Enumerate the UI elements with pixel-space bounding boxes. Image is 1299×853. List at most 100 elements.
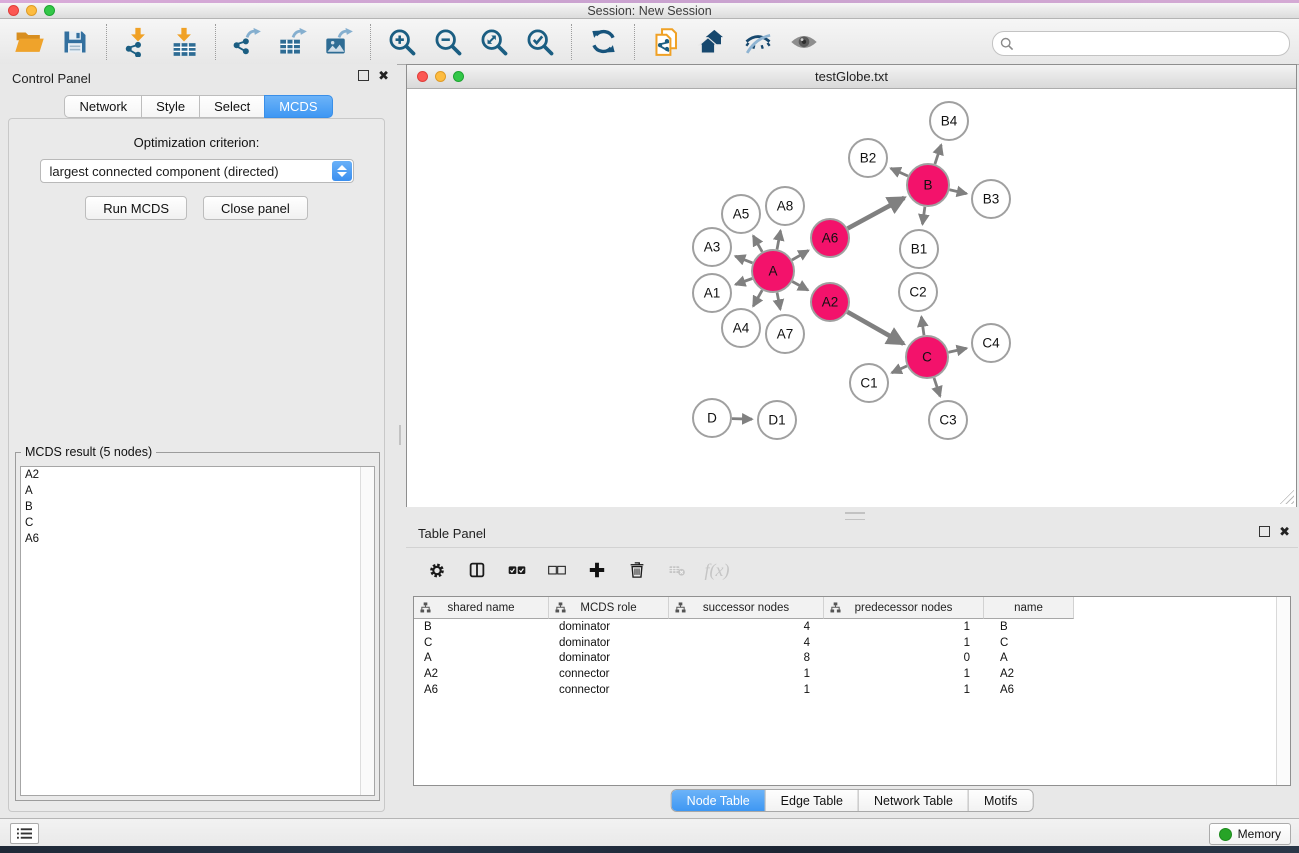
node-B4[interactable]: B4 xyxy=(930,102,968,140)
refresh-view-button[interactable] xyxy=(585,23,621,61)
edge-C-C1[interactable] xyxy=(892,366,907,373)
node-B1[interactable]: B1 xyxy=(900,230,938,268)
node-C[interactable]: C xyxy=(906,336,948,378)
column-header-predecessor-nodes[interactable]: predecessor nodes xyxy=(824,597,984,619)
tab-network-table[interactable]: Network Table xyxy=(859,790,969,811)
tab-mcds[interactable]: MCDS xyxy=(264,95,332,118)
node-B2[interactable]: B2 xyxy=(849,139,887,177)
edge-B-B1[interactable] xyxy=(923,207,925,224)
tab-network[interactable]: Network xyxy=(64,95,142,118)
search-field[interactable] xyxy=(992,31,1290,56)
edge-A-A1[interactable] xyxy=(736,279,753,285)
close-panel-icon[interactable]: ✖ xyxy=(378,70,389,81)
column-header-name[interactable]: name xyxy=(984,597,1074,619)
table-row[interactable]: A6connector11A6 xyxy=(414,682,1290,698)
edge-A-A4[interactable] xyxy=(753,290,762,306)
edge-C-C2[interactable] xyxy=(921,317,924,335)
tab-edge-table[interactable]: Edge Table xyxy=(766,790,859,811)
node-A4[interactable]: A4 xyxy=(722,309,760,347)
add-column-button[interactable] xyxy=(582,553,612,587)
node-D1[interactable]: D1 xyxy=(758,401,796,439)
home-view-button[interactable] xyxy=(694,23,730,61)
float-panel-icon[interactable] xyxy=(358,70,369,81)
run-mcds-button[interactable]: Run MCDS xyxy=(85,196,187,220)
edge-D-D1[interactable] xyxy=(732,419,752,420)
column-header-shared-name[interactable]: shared name xyxy=(414,597,549,619)
table-row[interactable]: Adominator80A xyxy=(414,651,1290,667)
edge-A-A3[interactable] xyxy=(735,256,752,263)
zoom-fit-button[interactable] xyxy=(476,23,512,61)
close-table-panel-icon[interactable]: ✖ xyxy=(1279,526,1290,537)
column-header-successor-nodes[interactable]: successor nodes xyxy=(669,597,824,619)
export-table-button[interactable] xyxy=(275,23,311,61)
import-table-button[interactable] xyxy=(166,23,202,61)
edge-A-A8[interactable] xyxy=(777,231,781,250)
tab-motifs[interactable]: Motifs xyxy=(969,790,1032,811)
tab-select[interactable]: Select xyxy=(199,95,265,118)
table-row[interactable]: Bdominator41B xyxy=(414,619,1290,635)
edge-B-B3[interactable] xyxy=(950,190,967,194)
edge-A-A6[interactable] xyxy=(792,251,808,261)
zoom-out-button[interactable] xyxy=(430,23,466,61)
tab-node-table[interactable]: Node Table xyxy=(672,790,766,811)
mcds-result-list[interactable]: A2ABCA6 xyxy=(20,466,375,796)
node-A6[interactable]: A6 xyxy=(811,219,849,257)
memory-button[interactable]: Memory xyxy=(1209,823,1291,845)
network-window-titlebar[interactable]: testGlobe.txt xyxy=(407,65,1296,89)
result-item[interactable]: A xyxy=(21,483,374,499)
duplicate-network-button[interactable] xyxy=(648,23,684,61)
result-item[interactable]: A6 xyxy=(21,531,374,547)
edge-A2-C[interactable] xyxy=(847,312,903,344)
delete-columns-button[interactable] xyxy=(622,553,652,587)
node-D[interactable]: D xyxy=(693,399,731,437)
table-row[interactable]: A2connector11A2 xyxy=(414,666,1290,682)
close-panel-button[interactable]: Close panel xyxy=(203,196,308,220)
node-B3[interactable]: B3 xyxy=(972,180,1010,218)
node-A1[interactable]: A1 xyxy=(693,274,731,312)
node-C3[interactable]: C3 xyxy=(929,401,967,439)
table-settings-button[interactable] xyxy=(422,553,452,587)
result-item[interactable]: A2 xyxy=(21,467,374,483)
node-A2[interactable]: A2 xyxy=(811,283,849,321)
result-item[interactable]: C xyxy=(21,515,374,531)
app-titlebar[interactable]: Session: New Session xyxy=(0,3,1299,19)
node-A3[interactable]: A3 xyxy=(693,228,731,266)
result-item[interactable]: B xyxy=(21,499,374,515)
task-history-button[interactable] xyxy=(10,823,39,844)
criterion-select[interactable]: largest connected component (directed) xyxy=(40,159,354,183)
node-A5[interactable]: A5 xyxy=(722,195,760,233)
import-network-button[interactable] xyxy=(120,23,156,61)
node-A7[interactable]: A7 xyxy=(766,315,804,353)
edge-A6-B[interactable] xyxy=(848,198,905,229)
result-scrollbar[interactable] xyxy=(360,467,374,795)
open-session-button[interactable] xyxy=(11,23,47,61)
network-canvas[interactable]: B4B2BB3A5A8A6A3B1AA1C2A2A4A7CC4C1C3DD1 xyxy=(407,89,1296,507)
clear-all-checks-button[interactable] xyxy=(542,553,572,587)
export-image-button[interactable] xyxy=(321,23,357,61)
node-A[interactable]: A xyxy=(752,250,794,292)
edge-A-A7[interactable] xyxy=(777,293,780,310)
search-input[interactable] xyxy=(1018,34,1289,54)
save-session-button[interactable] xyxy=(57,23,93,61)
zoom-in-button[interactable] xyxy=(384,23,420,61)
table-row[interactable]: Cdominator41C xyxy=(414,635,1290,651)
edge-C-C3[interactable] xyxy=(934,378,940,396)
node-C4[interactable]: C4 xyxy=(972,324,1010,362)
export-network-button[interactable] xyxy=(229,23,265,61)
edge-A-A2[interactable] xyxy=(792,282,808,291)
select-all-checks-button[interactable] xyxy=(502,553,532,587)
node-C2[interactable]: C2 xyxy=(899,273,937,311)
edge-A-A5[interactable] xyxy=(753,236,762,252)
split-panel-button[interactable] xyxy=(462,553,492,587)
hide-selected-button[interactable] xyxy=(740,23,776,61)
zoom-selected-button[interactable] xyxy=(522,23,558,61)
node-A8[interactable]: A8 xyxy=(766,187,804,225)
edge-B-B2[interactable] xyxy=(891,168,908,176)
show-all-button[interactable] xyxy=(786,23,822,61)
float-table-panel-icon[interactable] xyxy=(1259,526,1270,537)
tab-style[interactable]: Style xyxy=(141,95,200,118)
edge-C-C4[interactable] xyxy=(949,348,967,352)
edge-B-B4[interactable] xyxy=(935,145,941,164)
column-header-mcds-role[interactable]: MCDS role xyxy=(549,597,669,619)
node-C1[interactable]: C1 xyxy=(850,364,888,402)
